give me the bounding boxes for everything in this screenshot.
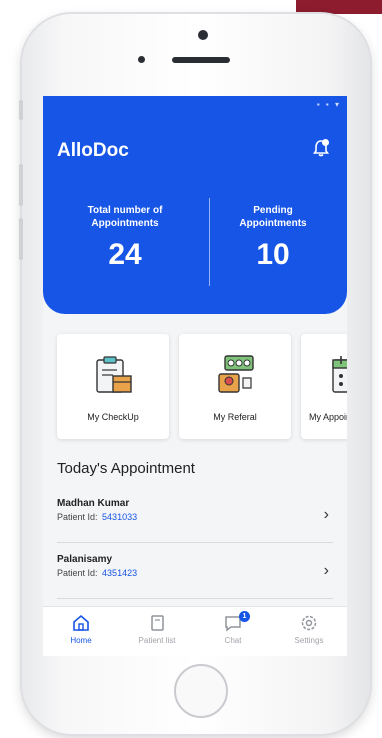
volume-up-button bbox=[19, 164, 23, 206]
nav-chat[interactable]: 1 Chat bbox=[195, 611, 271, 645]
chat-badge: 1 bbox=[239, 611, 250, 622]
section-title: Today's Appointment bbox=[57, 460, 195, 477]
appointment-divider bbox=[57, 598, 333, 599]
calendar-icon bbox=[332, 356, 347, 393]
earpiece-speaker bbox=[172, 57, 230, 63]
card-my-appointments[interactable]: My Appoint bbox=[301, 334, 347, 439]
nav-label: Settings bbox=[294, 636, 324, 645]
clipboard-box-icon bbox=[96, 356, 132, 393]
total-appointments-value: 24 bbox=[108, 238, 142, 271]
app-screen: ▪ ▪ ▾ AlloDoc Total number of Appointmen… bbox=[43, 96, 347, 656]
nav-patient-list[interactable]: Patient list bbox=[119, 613, 195, 645]
patient-id-value: 4351423 bbox=[102, 568, 138, 578]
card-label: My Referal bbox=[213, 412, 257, 422]
home-hardware-button[interactable] bbox=[174, 664, 228, 718]
proximity-sensor bbox=[138, 56, 145, 63]
mute-switch bbox=[19, 100, 23, 120]
pending-appointments-stat: Pending Appointments 10 bbox=[203, 204, 343, 272]
volume-down-button bbox=[19, 218, 23, 260]
chevron-right-icon[interactable]: › bbox=[324, 562, 329, 580]
corner-decoration bbox=[296, 0, 382, 14]
phone-frame: ▪ ▪ ▾ AlloDoc Total number of Appointmen… bbox=[19, 14, 370, 734]
patient-id-label: Patient Id: bbox=[57, 512, 98, 522]
pending-appointments-label: Pending Appointments bbox=[239, 205, 307, 229]
feature-cards: My CheckUp My Referal My Appoi bbox=[57, 334, 347, 442]
app-title: AlloDoc bbox=[57, 140, 129, 161]
document-list-icon bbox=[151, 615, 164, 631]
notification-bell-icon[interactable] bbox=[311, 138, 331, 158]
patient-name: Palanisamy bbox=[57, 554, 113, 565]
patient-name: Madhan Kumar bbox=[57, 498, 130, 509]
card-my-referal[interactable]: My Referal bbox=[179, 334, 291, 439]
patient-id-line: Patient Id: 5431033 bbox=[57, 512, 333, 522]
appointment-row[interactable]: Palanisamy Patient Id: 4351423 › bbox=[57, 554, 333, 594]
gear-icon bbox=[301, 615, 317, 631]
patient-id-line: Patient Id: 4351423 bbox=[57, 568, 333, 578]
pending-appointments-value: 10 bbox=[256, 238, 290, 271]
nav-home[interactable]: Home bbox=[43, 613, 119, 645]
patient-id-label: Patient Id: bbox=[57, 568, 98, 578]
status-bar-icons: ▪ ▪ ▾ bbox=[316, 100, 341, 109]
nav-label: Patient list bbox=[138, 636, 176, 645]
card-my-checkup[interactable]: My CheckUp bbox=[57, 334, 169, 439]
nav-label: Chat bbox=[224, 636, 242, 645]
home-icon bbox=[73, 614, 89, 631]
appointment-row[interactable]: Madhan Kumar Patient Id: 5431033 › bbox=[57, 498, 333, 538]
total-appointments-label: Total number of Appointments bbox=[87, 205, 163, 229]
card-label: My Appoint bbox=[309, 412, 347, 422]
card-label: My CheckUp bbox=[87, 412, 139, 422]
referral-icon bbox=[218, 355, 254, 393]
front-camera bbox=[198, 30, 208, 40]
chevron-right-icon[interactable]: › bbox=[324, 506, 329, 524]
dashboard-header: ▪ ▪ ▾ AlloDoc Total number of Appointmen… bbox=[43, 96, 347, 314]
patient-id-value: 5431033 bbox=[102, 512, 138, 522]
total-appointments-stat: Total number of Appointments 24 bbox=[55, 204, 195, 272]
bottom-navigation: Home Patient list 1 Chat Settings bbox=[43, 606, 347, 656]
nav-settings[interactable]: Settings bbox=[271, 613, 347, 645]
nav-label: Home bbox=[70, 636, 92, 645]
appointment-divider bbox=[57, 542, 333, 543]
